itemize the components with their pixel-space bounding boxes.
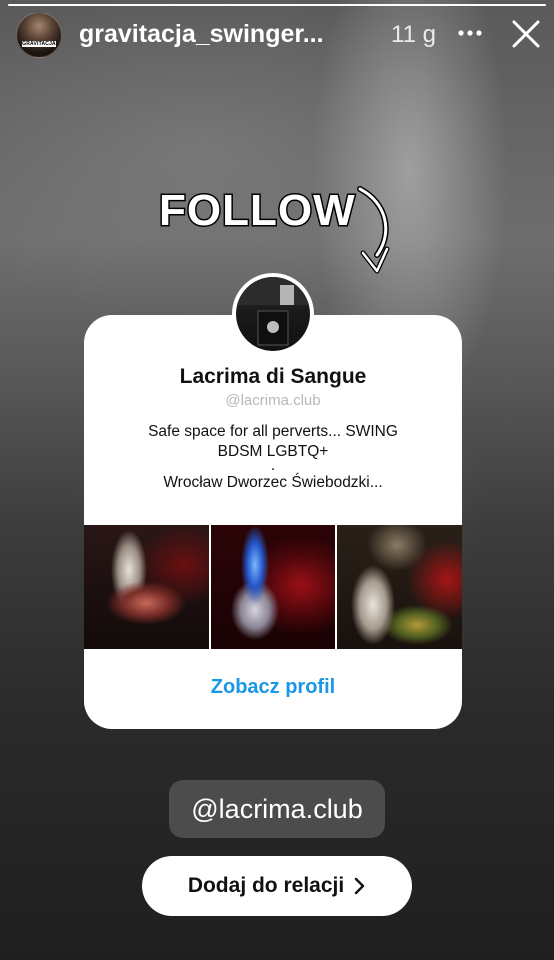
chevron-right-icon	[354, 877, 366, 895]
close-icon[interactable]	[510, 18, 542, 50]
profile-avatar-image	[236, 277, 310, 351]
story-header: GRAVITACJA gravitacja_swinger... 11 g	[0, 0, 554, 70]
account-avatar[interactable]: GRAVITACJA	[16, 12, 62, 58]
profile-bio: Safe space for all perverts... SWING BDS…	[104, 422, 442, 493]
profile-card-avatar[interactable]	[232, 273, 314, 355]
profile-photo[interactable]	[337, 525, 463, 649]
follow-sticker-text: FOLLOW	[159, 186, 356, 235]
profile-photo[interactable]	[84, 525, 209, 649]
follow-sticker: FOLLOW	[155, 183, 401, 281]
mention-sticker[interactable]: @lacrima.club	[169, 780, 385, 838]
account-username[interactable]: gravitacja_swinger...	[79, 20, 377, 49]
profile-photo[interactable]	[210, 525, 336, 649]
view-profile-link[interactable]: Zobacz profil	[84, 676, 462, 699]
profile-photo-grid	[84, 525, 463, 649]
profile-card[interactable]: Lacrima di Sangue @lacrima.club Safe spa…	[84, 273, 463, 729]
add-to-story-button[interactable]: Dodaj do relacji	[142, 856, 412, 916]
profile-bio-line: .	[270, 457, 276, 474]
profile-name: Lacrima di Sangue	[179, 365, 367, 388]
story-timestamp: 11 g	[391, 21, 436, 48]
avatar-logo-text: GRAVITACJA	[22, 41, 56, 47]
profile-handle: @lacrima.club	[225, 392, 321, 409]
profile-bio-line: Safe space for all perverts... SWING	[148, 423, 398, 440]
add-to-story-label: Dodaj do relacji	[187, 874, 345, 897]
more-options-icon[interactable]	[456, 18, 484, 48]
profile-bio-line: Wrocław Dworzec Świebodzki...	[163, 474, 383, 491]
